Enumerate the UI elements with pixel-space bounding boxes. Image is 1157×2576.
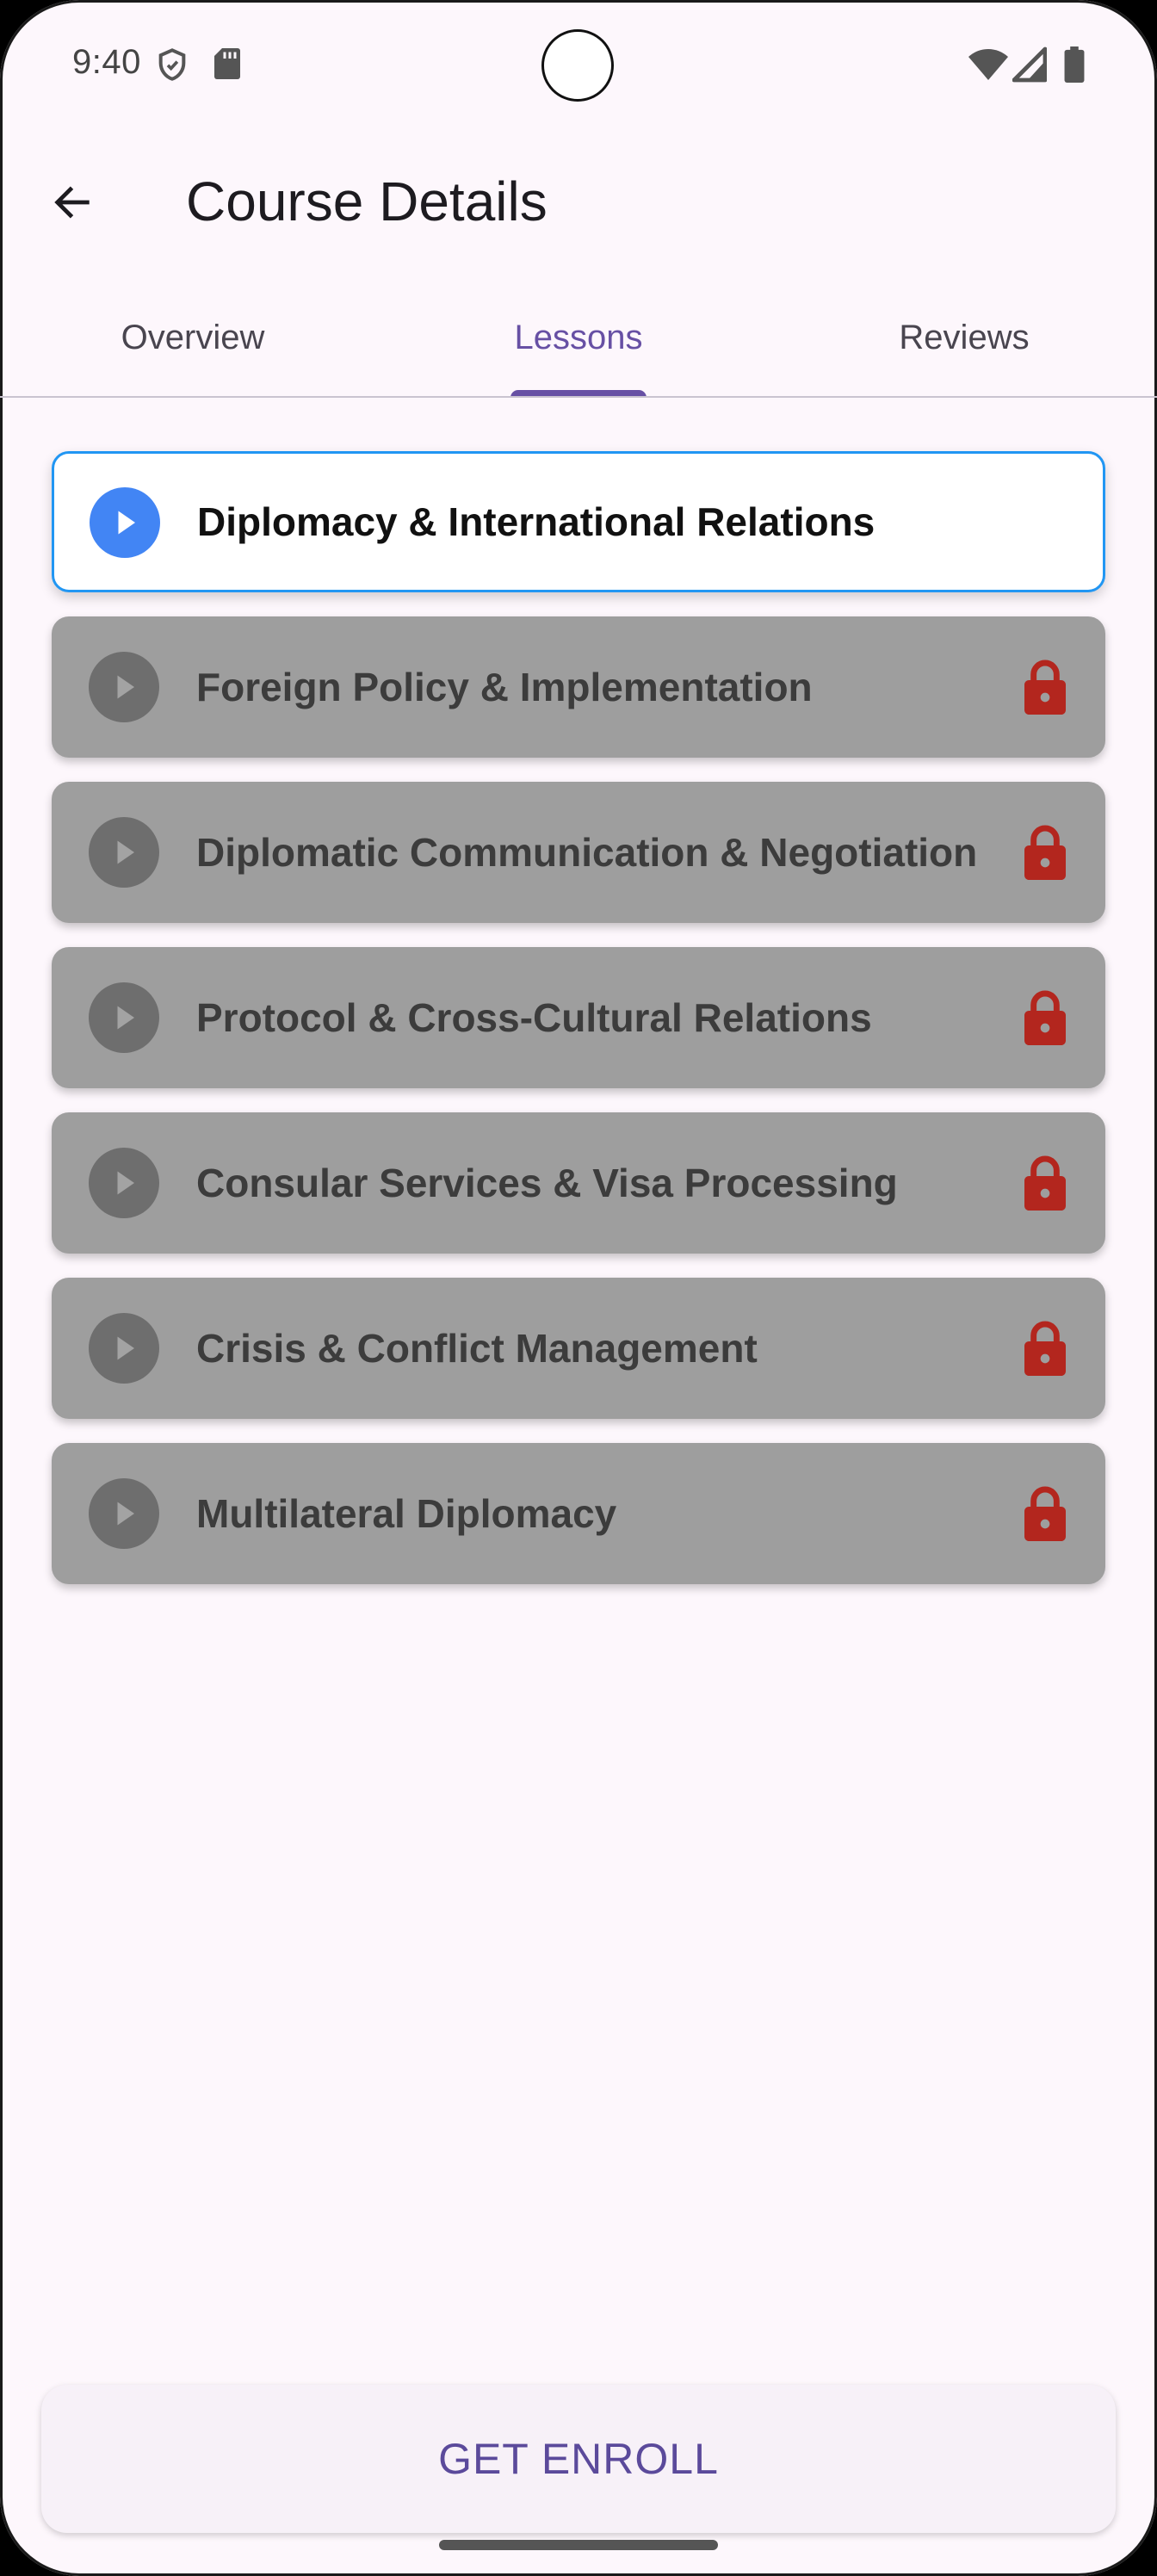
get-enroll-button[interactable]: GET ENROLL bbox=[41, 2385, 1116, 2533]
status-bar: 9:40 bbox=[0, 0, 1157, 129]
play-icon bbox=[90, 487, 160, 558]
lesson-item[interactable]: Foreign Policy & Implementation bbox=[52, 616, 1105, 758]
status-time: 9:40 bbox=[72, 43, 141, 81]
lock-icon bbox=[1024, 659, 1066, 715]
sd-card-icon bbox=[214, 48, 240, 79]
lesson-title: Protocol & Cross-Cultural Relations bbox=[196, 995, 872, 1040]
battery-icon bbox=[1064, 46, 1085, 83]
lesson-list: Diplomacy & International Relations Fore… bbox=[52, 451, 1105, 1608]
lesson-title: Consular Services & Visa Processing bbox=[196, 1161, 898, 1205]
lesson-title: Multilateral Diplomacy bbox=[196, 1491, 617, 1536]
lesson-item[interactable]: Multilateral Diplomacy bbox=[52, 1443, 1105, 1584]
play-icon bbox=[89, 982, 159, 1053]
play-icon bbox=[89, 1478, 159, 1549]
front-camera bbox=[541, 29, 614, 102]
wifi-icon bbox=[968, 49, 1008, 80]
arrow-back-icon bbox=[54, 186, 90, 219]
lock-icon bbox=[1024, 1321, 1066, 1376]
play-icon bbox=[89, 1148, 159, 1218]
tab-bar: Overview Lessons Reviews bbox=[0, 284, 1157, 398]
page-title: Course Details bbox=[186, 170, 548, 232]
lesson-title: Foreign Policy & Implementation bbox=[196, 665, 813, 709]
lesson-item[interactable]: Diplomacy & International Relations bbox=[52, 451, 1105, 592]
lock-icon bbox=[1024, 1155, 1066, 1211]
lesson-item[interactable]: Crisis & Conflict Management bbox=[52, 1278, 1105, 1419]
play-icon bbox=[89, 1313, 159, 1384]
phone-screen: 9:40 Course Details Overview Lessons Rev… bbox=[0, 0, 1157, 2576]
lesson-item[interactable]: Consular Services & Visa Processing bbox=[52, 1112, 1105, 1254]
app-bar: Course Details bbox=[0, 146, 1157, 258]
tab-overview[interactable]: Overview bbox=[0, 284, 386, 398]
gesture-nav-handle[interactable] bbox=[439, 2540, 718, 2550]
signal-icon bbox=[1012, 46, 1047, 83]
lesson-title: Diplomacy & International Relations bbox=[197, 499, 875, 544]
lesson-item[interactable]: Diplomatic Communication & Negotiation bbox=[52, 782, 1105, 923]
tabs-divider bbox=[0, 396, 1157, 398]
lock-icon bbox=[1024, 990, 1066, 1045]
back-button[interactable] bbox=[38, 168, 107, 237]
lock-icon bbox=[1024, 825, 1066, 880]
shield-icon bbox=[158, 48, 186, 81]
play-icon bbox=[89, 652, 159, 722]
lock-icon bbox=[1024, 1486, 1066, 1541]
tab-lessons[interactable]: Lessons bbox=[386, 284, 771, 398]
play-icon bbox=[89, 817, 159, 888]
lesson-title: Diplomatic Communication & Negotiation bbox=[196, 830, 978, 875]
tab-reviews[interactable]: Reviews bbox=[771, 284, 1157, 398]
lesson-title: Crisis & Conflict Management bbox=[196, 1326, 758, 1371]
lesson-item[interactable]: Protocol & Cross-Cultural Relations bbox=[52, 947, 1105, 1088]
